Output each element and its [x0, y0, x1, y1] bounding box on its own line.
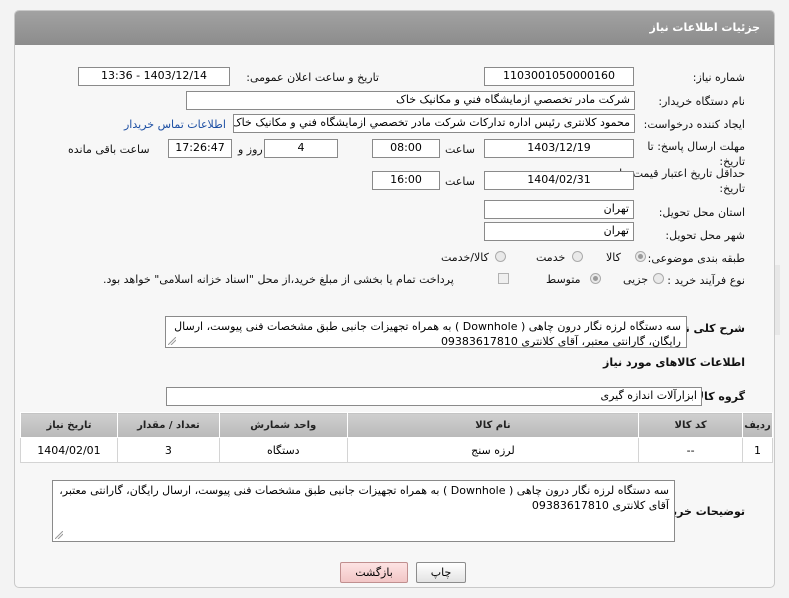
category-option-goods-service: کالا/خدمت: [441, 251, 489, 264]
buyer-org-label: نام دستگاه خریدار:: [658, 95, 745, 108]
cell-unit: دستگاه: [218, 437, 348, 463]
goods-group-field: ابزارآلات اندازه گیری: [166, 387, 702, 406]
reply-time-label: ساعت: [445, 143, 475, 156]
cell-row-number: 1: [742, 437, 773, 463]
buyer-contact-link[interactable]: اطلاعات تماس خریدار: [124, 118, 226, 131]
cell-need-date: 1404/02/01: [20, 437, 118, 463]
goods-table: ردیف کد کالا نام کالا واحد شمارش تعداد /…: [20, 412, 773, 463]
requester-field: محمود کلانتری رئیس اداره تدارکات شرکت ما…: [233, 114, 635, 133]
category-radio-goods[interactable]: [635, 251, 646, 262]
requester-label: ایجاد کننده درخواست:: [643, 118, 745, 131]
goods-table-header-row: ردیف کد کالا نام کالا واحد شمارش تعداد /…: [20, 412, 773, 438]
print-button[interactable]: چاپ: [416, 562, 466, 583]
city-field: تهران: [484, 222, 634, 241]
reply-time-field: 08:00: [372, 139, 440, 158]
resize-grip-icon[interactable]: [168, 337, 176, 345]
days-label: روز و: [238, 143, 263, 156]
resize-grip-icon[interactable]: [55, 531, 63, 539]
col-header-quantity: تعداد / مقدار: [116, 412, 220, 438]
buyer-notes-textarea[interactable]: سه دستگاه لرزه نگار درون چاهی ( Downhole…: [52, 480, 675, 542]
process-option-medium: متوسط: [546, 273, 581, 286]
price-validity-label: حداقل تاریخ اعتبار قیمت: تا: [619, 167, 745, 180]
price-validity-label-date: تاریخ:: [719, 182, 745, 195]
category-label: طبقه بندی موضوعی:: [647, 252, 745, 265]
days-remaining-field: 4: [264, 139, 338, 158]
reply-date-field: 1403/12/19: [484, 139, 634, 158]
announce-label: تاریخ و ساعت اعلان عمومی:: [246, 71, 379, 84]
table-row: 1 -- لرزه سنج دستگاه 3 1404/02/01: [20, 437, 773, 463]
category-option-service: خدمت: [536, 251, 566, 264]
process-radio-medium[interactable]: [590, 273, 601, 284]
back-button[interactable]: بازگشت: [340, 562, 408, 583]
need-number-label: شماره نیاز:: [692, 71, 745, 84]
treasury-payment-checkbox[interactable]: [498, 273, 509, 284]
treasury-payment-note: پرداخت تمام یا بخشی از مبلغ خرید،از محل …: [103, 273, 454, 286]
province-label: استان محل تحویل:: [658, 206, 745, 219]
province-field: تهران: [484, 200, 634, 219]
need-number-field: 1103001050000160: [484, 67, 634, 86]
price-validity-time-field: 16:00: [372, 171, 440, 190]
description-text: سه دستگاه لرزه نگار درون چاهی ( Downhole…: [174, 320, 681, 348]
cell-goods-code: --: [638, 437, 744, 463]
buyer-org-field: شرکت مادر تخصصي ازمايشگاه فني و مکانيک خ…: [186, 91, 635, 110]
col-header-need-date: تاریخ نیاز: [20, 412, 118, 438]
col-header-goods-code: کد کالا: [638, 412, 744, 438]
cell-goods-name: لرزه سنج: [346, 437, 640, 463]
city-label: شهر محل تحویل:: [665, 229, 745, 242]
panel-header: جزئیات اطلاعات نیاز: [15, 11, 774, 45]
category-option-goods: کالا: [606, 251, 621, 264]
goods-section-title: اطلاعات کالاهای مورد نیاز: [603, 356, 745, 369]
cell-quantity: 3: [116, 437, 220, 463]
remaining-time-field: 17:26:47: [168, 139, 232, 158]
category-radio-service[interactable]: [572, 251, 583, 262]
price-validity-date-field: 1404/02/31: [484, 171, 634, 190]
page-title: جزئیات اطلاعات نیاز: [649, 21, 761, 34]
col-header-goods-name: نام کالا: [346, 412, 640, 438]
process-radio-minor[interactable]: [653, 273, 664, 284]
description-textarea[interactable]: سه دستگاه لرزه نگار درون چاهی ( Downhole…: [165, 316, 687, 348]
category-radio-goods-service[interactable]: [495, 251, 506, 262]
announce-date-field: 1403/12/14 - 13:36: [78, 67, 230, 86]
process-label: نوع فرآیند خرید :: [667, 274, 745, 287]
process-option-minor: جزیی: [623, 273, 649, 286]
reply-deadline-label: مهلت ارسال پاسخ: تا: [647, 140, 745, 153]
remaining-time-label: ساعت باقی مانده: [68, 143, 150, 156]
col-header-unit: واحد شمارش: [218, 412, 348, 438]
col-header-row-number: ردیف: [742, 412, 773, 438]
buyer-notes-text: سه دستگاه لرزه نگار درون چاهی ( Downhole…: [59, 484, 669, 512]
price-time-label: ساعت: [445, 175, 475, 188]
